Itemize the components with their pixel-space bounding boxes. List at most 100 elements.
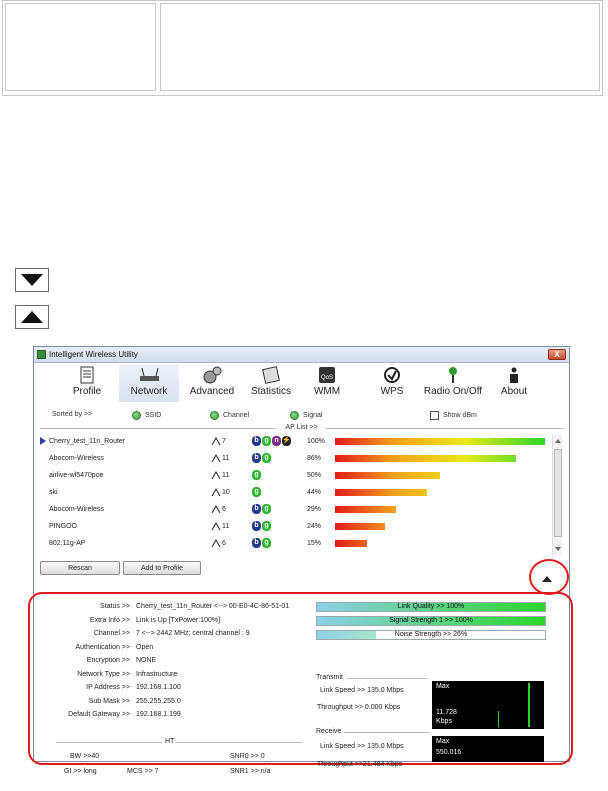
ap-list-scrollbar[interactable] — [552, 435, 562, 555]
tab-statistics[interactable]: Statistics — [246, 364, 296, 402]
ap-row[interactable]: Abocom-Wireless 6 b g 29% — [39, 503, 554, 516]
mode-g-icon: g — [262, 538, 271, 548]
profile-icon — [77, 366, 97, 384]
sort-bar: Sorted by >> SSID Channel Signal Show dB… — [34, 405, 569, 423]
tab-about[interactable]: About — [494, 364, 534, 402]
sort-channel-radio[interactable]: Channel — [210, 411, 249, 420]
status-key: Default Gateway >> — [68, 711, 130, 718]
ap-row[interactable]: airlive-wl5470poe 11 g 50% — [39, 469, 554, 482]
close-button[interactable]: X — [548, 349, 566, 360]
title-bar: Intelligent Wireless Utility X — [34, 347, 569, 363]
tab-profile[interactable]: Profile — [64, 364, 110, 402]
wps-icon — [382, 366, 402, 384]
status-value: 255.255.255.0 — [136, 697, 181, 705]
ap-list-label: AP List >> — [285, 424, 318, 431]
graph-bar — [528, 683, 530, 727]
ap-ssid: airlive-wl5470poe — [49, 472, 104, 479]
ap-row[interactable]: Abocom-Wireless 11 b g 86% — [39, 452, 554, 465]
wmm-icon: QoS — [317, 366, 337, 384]
radio-icon — [132, 411, 141, 420]
mode-b-icon: b — [252, 453, 261, 463]
toolbar: Profile Network Advanced Statistics QoS … — [34, 364, 569, 402]
ap-modes: bg — [252, 521, 272, 531]
status-key: Status >> — [100, 603, 130, 610]
mode-b-icon: b — [252, 538, 261, 548]
ap-row[interactable]: PINGOO 11 b g 24% — [39, 520, 554, 533]
show-dbm-checkbox[interactable]: Show dBm — [430, 411, 477, 420]
mode-n-icon: n — [272, 436, 281, 446]
status-value: 7 <--> 2442 MHz; central channel : 9 — [136, 630, 250, 637]
scroll-thumb[interactable] — [554, 449, 562, 537]
window-title: Intelligent Wireless Utility — [49, 350, 138, 359]
radio-icon — [290, 411, 299, 420]
tab-advanced[interactable]: Advanced — [186, 364, 238, 402]
ht-mcs: MCS >> 7 — [127, 768, 159, 775]
expand-down-icon[interactable] — [15, 268, 49, 292]
table-cell — [160, 3, 600, 91]
status-key: Authentication >> — [75, 643, 131, 651]
top-table — [2, 0, 603, 96]
ap-row[interactable]: Cherry_test_11n_Router 7 b g n ⚡ 100% — [39, 435, 554, 448]
tab-radio-on-off[interactable]: Radio On/Off — [420, 364, 486, 402]
ap-ssid: ski — [49, 489, 58, 496]
scroll-down-icon[interactable] — [555, 547, 561, 551]
add-to-profile-button[interactable]: Add to Profile — [123, 561, 201, 575]
graph-unit: Kbps — [436, 718, 452, 725]
antenna-icon — [211, 437, 221, 446]
ap-modes: bg — [252, 453, 272, 463]
ap-row[interactable]: ski 10 g 44% — [39, 486, 554, 499]
sort-signal-radio[interactable]: Signal — [290, 411, 322, 420]
mode-b-icon: b — [252, 521, 261, 531]
ap-channel: 7 — [211, 437, 226, 446]
meter-label: Link Quality >> 100% — [397, 603, 465, 610]
svg-text:QoS: QoS — [321, 375, 333, 381]
ap-signal: 24% — [307, 523, 322, 530]
transmit-throughput: Throughput >> 0.000 Kbps — [317, 704, 401, 711]
antenna-icon — [211, 488, 221, 497]
app-icon — [37, 350, 46, 359]
status-value: Link is Up [TxPower:100%] — [136, 616, 221, 624]
network-icon — [139, 366, 159, 384]
ap-ssid: Abocom-Wireless — [49, 455, 104, 462]
sort-ssid-radio[interactable]: SSID — [132, 411, 161, 420]
ap-row[interactable]: 802.11g-AP 6 b g 15% — [39, 537, 554, 550]
transmit-link-speed: Link Speed >> 135.0 Mbps — [320, 687, 404, 694]
ap-ssid: 802.11g-AP — [49, 540, 86, 547]
status-key: Sub Mask >> — [88, 697, 130, 705]
checkbox-icon — [430, 411, 439, 420]
tab-label: Radio On/Off — [423, 386, 483, 397]
tab-wmm[interactable]: QoS WMM — [309, 364, 345, 402]
tab-network[interactable]: Network — [119, 364, 179, 402]
divider — [176, 742, 302, 743]
antenna-icon — [211, 454, 221, 463]
tab-label: Profile — [72, 386, 102, 397]
rescan-button[interactable]: Rescan — [40, 561, 120, 575]
ap-modes: bg — [252, 504, 272, 514]
status-value: 192.168.1.100 — [136, 684, 181, 691]
status-value: Infrastructure — [136, 670, 178, 678]
status-info: Status >> Cherry_test_11n_Router <--> 00-… — [38, 603, 318, 723]
tab-wps[interactable]: WPS — [374, 364, 410, 402]
quality-meter: Noise Strength >> 26% — [316, 630, 546, 640]
divider — [347, 678, 427, 679]
mode-b-icon: b — [252, 436, 261, 446]
status-key: Encryption >> — [86, 657, 130, 664]
status-value: 192.168.1.199 — [136, 711, 181, 718]
mode-g-icon: g — [262, 521, 271, 531]
advanced-icon — [202, 366, 222, 384]
collapse-arrow-icon[interactable] — [542, 576, 552, 582]
antenna-icon — [211, 539, 221, 548]
antenna-icon — [211, 505, 221, 514]
statistics-icon — [261, 366, 281, 384]
tab-label: Statistics — [250, 386, 291, 397]
antenna-icon — [211, 522, 221, 531]
selected-arrow-icon — [40, 437, 46, 445]
scroll-up-icon[interactable] — [555, 439, 561, 443]
status-key: Extra Info >> — [89, 616, 130, 624]
ap-modes: b g n ⚡ — [252, 436, 292, 446]
graph-max-label: Max — [436, 683, 450, 690]
ap-signal: 50% — [307, 472, 322, 479]
ht-snr1: SNR1 >> n/a — [230, 768, 271, 775]
ht-gi: GI >> long — [64, 768, 97, 775]
collapse-up-icon[interactable] — [15, 305, 49, 329]
